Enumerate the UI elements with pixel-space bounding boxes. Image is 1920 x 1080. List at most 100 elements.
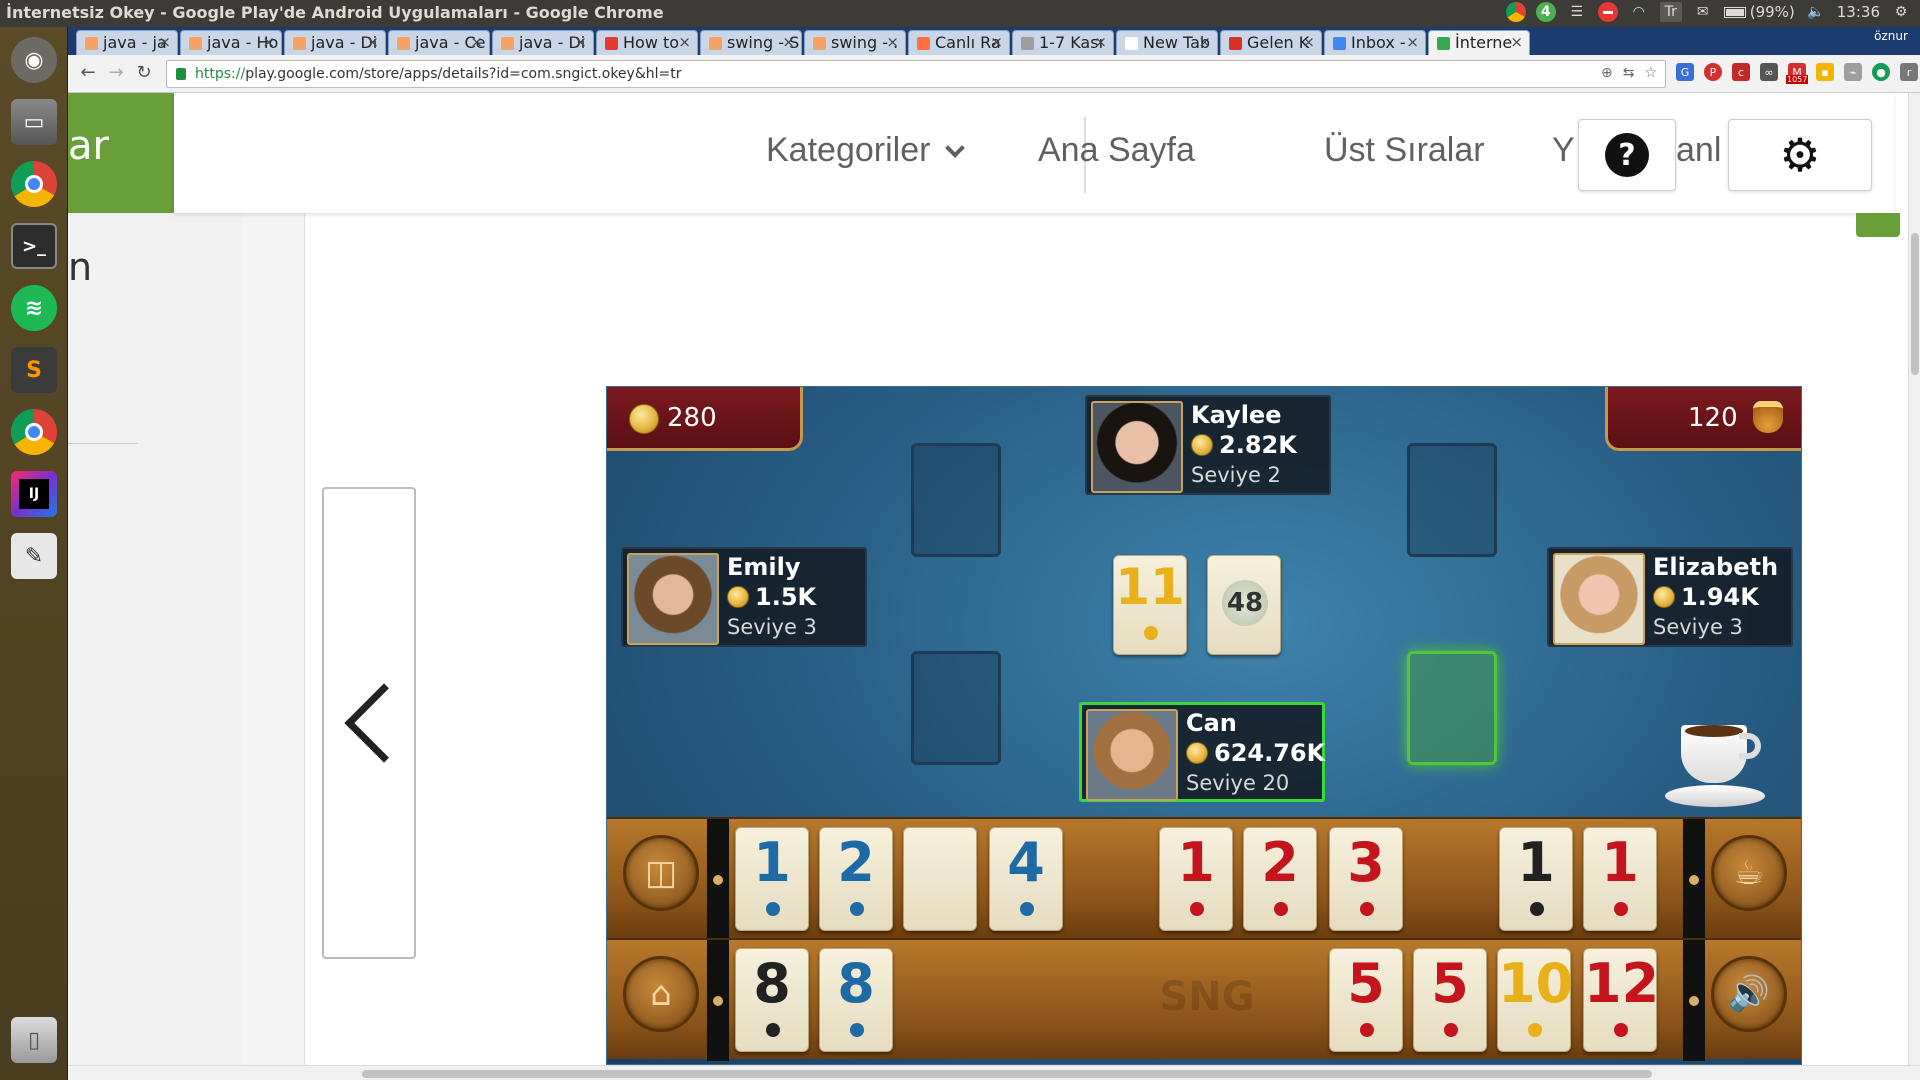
screenshot-prev-button[interactable] bbox=[322, 487, 424, 959]
browser-tab[interactable]: Inbox - × bbox=[1324, 30, 1426, 55]
nav-home-link[interactable]: Ana Sayfa bbox=[1038, 131, 1195, 170]
volume-icon[interactable]: 🔈 bbox=[1805, 2, 1827, 22]
scrollbar-thumb[interactable] bbox=[362, 1070, 1652, 1078]
extension-translate-icon[interactable]: G bbox=[1676, 63, 1694, 81]
tab-close-icon[interactable]: × bbox=[990, 33, 1003, 51]
browser-tab[interactable]: 1-7 Kası × bbox=[1012, 30, 1114, 55]
tab-close-icon[interactable]: × bbox=[366, 33, 379, 51]
browser-tab[interactable]: swing - S × bbox=[700, 30, 802, 55]
tab-close-icon[interactable]: × bbox=[1510, 33, 1523, 51]
back-icon[interactable]: ← bbox=[76, 62, 100, 83]
tab-close-icon[interactable]: × bbox=[1198, 33, 1211, 51]
okey-tile[interactable]: 1 bbox=[1583, 827, 1657, 931]
notification-count-badge[interactable]: 4 bbox=[1535, 2, 1556, 22]
okey-tile[interactable]: 12 bbox=[1583, 948, 1659, 1052]
browser-tab[interactable]: java - Di × bbox=[284, 30, 386, 55]
mail-icon[interactable]: ✉ bbox=[1692, 2, 1714, 22]
zoom-icon[interactable]: ⊕ bbox=[1601, 65, 1613, 81]
okey-tile[interactable]: 3 bbox=[1329, 827, 1403, 931]
reload-icon[interactable]: ↻ bbox=[132, 62, 156, 83]
files-icon[interactable]: ▭ bbox=[7, 95, 61, 149]
profile-chip[interactable]: öznur bbox=[1866, 29, 1916, 49]
extension-hangouts-icon[interactable]: ● bbox=[1872, 63, 1890, 81]
categories-menu[interactable]: Kategoriler bbox=[766, 131, 966, 170]
spotify-icon[interactable]: ≋ bbox=[7, 281, 61, 335]
okey-tile[interactable]: 1 bbox=[735, 827, 809, 931]
extension-link-icon[interactable]: ⌁ bbox=[1844, 63, 1862, 81]
sort-tiles-button[interactable]: ◫ bbox=[623, 835, 699, 911]
tab-close-icon[interactable]: × bbox=[886, 33, 899, 51]
tab-close-icon[interactable]: × bbox=[782, 33, 795, 51]
tab-close-icon[interactable]: × bbox=[1094, 33, 1107, 51]
tab-close-icon[interactable]: × bbox=[1406, 33, 1419, 51]
address-bar[interactable]: https://play.google.com/store/apps/detai… bbox=[166, 60, 1666, 88]
nav-new-releases-partial[interactable]: anl bbox=[1676, 131, 1721, 170]
text-editor-icon[interactable]: ✎ bbox=[7, 529, 61, 583]
browser-tab[interactable]: How to × bbox=[596, 30, 698, 55]
extension-cbs-icon[interactable]: c bbox=[1732, 63, 1750, 81]
scrollbar-thumb[interactable] bbox=[1911, 233, 1919, 375]
help-button[interactable]: ? bbox=[1578, 119, 1676, 191]
browser-tab[interactable]: Canlı Ra × bbox=[908, 30, 1010, 55]
okey-tile[interactable]: 1 bbox=[1159, 827, 1233, 931]
browser-tab[interactable]: İnterne × bbox=[1428, 30, 1530, 55]
nav-new-releases-link[interactable]: Y bbox=[1552, 131, 1575, 170]
tab-close-icon[interactable]: × bbox=[158, 33, 171, 51]
side-nav-partial-text[interactable]: n bbox=[68, 245, 92, 289]
battery-icon[interactable]: (99%) bbox=[1723, 3, 1795, 21]
coffee-cup-icon[interactable] bbox=[1665, 717, 1765, 807]
tab-close-icon[interactable]: × bbox=[470, 33, 483, 51]
vertical-scrollbar[interactable] bbox=[1908, 93, 1920, 1065]
browser-tab[interactable]: java - Ho × bbox=[180, 30, 282, 55]
extension-gmail-icon[interactable]: M 1057 bbox=[1786, 63, 1809, 84]
settings-button[interactable]: ⚙ bbox=[1728, 119, 1872, 191]
sound-button[interactable]: 🔊 bbox=[1711, 956, 1787, 1032]
extension-glasses-icon[interactable]: ∞ bbox=[1760, 63, 1778, 81]
nav-top-charts-link[interactable]: Üst Sıralar bbox=[1324, 131, 1485, 170]
okey-tile[interactable]: 5 bbox=[1329, 948, 1403, 1052]
extension-note-icon[interactable]: ▪ bbox=[1816, 63, 1834, 81]
browser-tab[interactable]: java - Ce × bbox=[388, 30, 490, 55]
store-brand-block[interactable]: ar bbox=[68, 93, 174, 213]
okey-tile[interactable]: 2 bbox=[819, 827, 893, 931]
tab-close-icon[interactable]: × bbox=[678, 33, 691, 51]
clock[interactable]: 13:36 bbox=[1837, 3, 1880, 21]
forward-icon[interactable]: → bbox=[104, 62, 128, 83]
horizontal-scrollbar[interactable] bbox=[68, 1065, 1920, 1080]
browser-tab[interactable]: swing - . × bbox=[804, 30, 906, 55]
trash-icon[interactable]: ▯ bbox=[7, 1013, 61, 1067]
browser-tab[interactable]: java - Di × bbox=[492, 30, 594, 55]
discard-slot-active[interactable] bbox=[1407, 651, 1497, 765]
extension-pinterest-icon[interactable]: P bbox=[1704, 63, 1722, 81]
blank-tile[interactable] bbox=[903, 827, 977, 931]
coffee-button[interactable]: ☕ bbox=[1711, 835, 1787, 911]
okey-tile[interactable]: 2 bbox=[1243, 827, 1317, 931]
bookmark-star-icon[interactable]: ☆ bbox=[1644, 65, 1657, 81]
home-button[interactable]: ⌂ bbox=[623, 956, 699, 1032]
tab-close-icon[interactable]: × bbox=[262, 33, 275, 51]
deck-pile[interactable]: 48 bbox=[1207, 555, 1281, 655]
okey-tile[interactable]: 1 bbox=[1499, 827, 1573, 931]
browser-tab[interactable]: New Tab × bbox=[1116, 30, 1218, 55]
okey-tile[interactable]: 8 bbox=[735, 948, 809, 1052]
chrome-icon[interactable] bbox=[7, 157, 61, 211]
okey-tile[interactable]: 4 bbox=[989, 827, 1063, 931]
ubuntu-dash-icon[interactable]: ◉ bbox=[7, 33, 61, 87]
session-gear-icon[interactable]: ⚙ bbox=[1890, 2, 1912, 22]
okey-tile[interactable]: 10 bbox=[1497, 948, 1573, 1052]
wifi-icon[interactable]: ◠ bbox=[1628, 2, 1650, 22]
browser-tab[interactable]: java - ja × bbox=[76, 30, 178, 55]
stop-indicator-icon[interactable] bbox=[1597, 2, 1618, 22]
chrome-indicator-icon[interactable] bbox=[1505, 2, 1526, 22]
tab-close-icon[interactable]: × bbox=[574, 33, 587, 51]
intellij-icon[interactable]: IJ bbox=[7, 467, 61, 521]
translate-icon[interactable]: ⇆ bbox=[1623, 65, 1635, 81]
okey-tile[interactable]: 5 bbox=[1413, 948, 1487, 1052]
okey-tile[interactable]: 8 bbox=[819, 948, 893, 1052]
extension-rss-icon[interactable]: r bbox=[1900, 63, 1918, 81]
browser-tab[interactable]: Gelen K × bbox=[1220, 30, 1322, 55]
tab-close-icon[interactable]: × bbox=[1302, 33, 1315, 51]
menu-indicator-icon[interactable]: ☰ bbox=[1566, 2, 1588, 22]
keyboard-layout-indicator[interactable]: Tr bbox=[1659, 2, 1682, 22]
terminal-icon[interactable]: >_ bbox=[7, 219, 61, 273]
